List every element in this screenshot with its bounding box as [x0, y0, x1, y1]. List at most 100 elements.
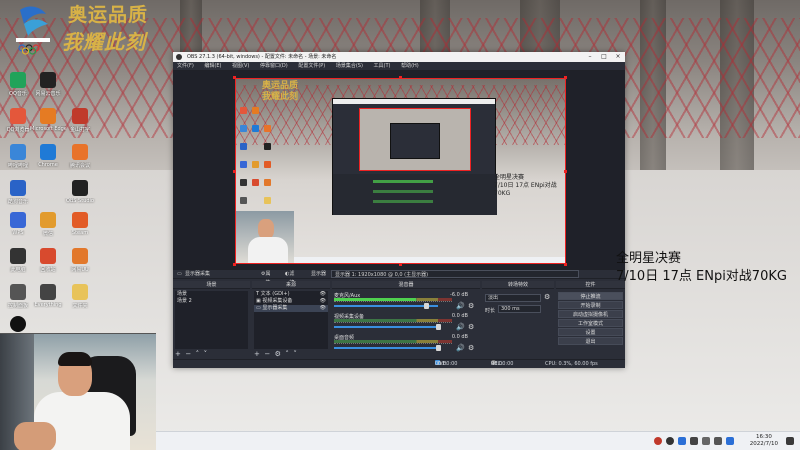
gear-icon[interactable]: ⚙	[468, 302, 474, 310]
minimize-button[interactable]: –	[583, 52, 597, 62]
properties-button[interactable]: ⚙ 属性	[261, 270, 271, 286]
source-item[interactable]: T 文本 (GDI+) 👁	[254, 291, 328, 298]
tray-app-icon[interactable]	[666, 437, 674, 445]
transform-handle[interactable]	[399, 76, 402, 79]
obs-titlebar[interactable]: OBS 27.1.3 (64-bit, windows) - 配置文件: 未命名…	[173, 52, 625, 62]
gear-icon[interactable]: ⚙	[468, 323, 474, 331]
rec-time: 00:00:00	[491, 361, 514, 367]
gear-icon[interactable]: ⚙	[468, 344, 474, 352]
menu-docks[interactable]: 停靠窗口(D)	[260, 63, 288, 69]
stop-streaming-button[interactable]: 停止推流	[558, 292, 623, 300]
transform-handle[interactable]	[564, 170, 567, 173]
eye-icon[interactable]: 👁	[320, 298, 326, 305]
move-down-button[interactable]: ˅	[204, 350, 208, 358]
meter-ticks	[334, 322, 452, 325]
nested-app-icon	[240, 161, 247, 168]
duration-value: 300 ms	[501, 306, 520, 312]
controls-dock: 控件 停止推流 开始录制 启动虚拟摄像机 工作室模式 设置 退出	[556, 281, 625, 359]
settings-button[interactable]: 设置	[558, 328, 623, 336]
start-recording-button[interactable]: 开始录制	[558, 301, 623, 309]
desktop-icon[interactable]: Everything	[30, 280, 66, 316]
tray-app-icon[interactable]	[678, 437, 686, 445]
volume-slider-knob[interactable]	[436, 345, 441, 351]
speaker-icon[interactable]: 🔊	[456, 344, 465, 352]
duration-spinbox[interactable]: 300 ms	[498, 305, 541, 313]
desktop-icon[interactable]: 网易云音乐	[30, 68, 66, 104]
desktop-icon[interactable]: 金山打字	[62, 104, 98, 140]
volume-slider[interactable]	[334, 326, 438, 328]
menu-profile[interactable]: 配置文件(P)	[298, 63, 325, 69]
nested-slogan-line-2: 我耀此刻	[262, 92, 299, 102]
nested-obs-preview	[359, 108, 471, 171]
obs-preview-canvas[interactable]: 奥运品质 我耀此刻 全明星决赛 7/10日 17点 ENpi对战70KG	[235, 78, 566, 264]
source-item-label: 显示器采集	[262, 305, 288, 311]
obs-window[interactable]: OBS 27.1.3 (64-bit, windows) - 配置文件: 未命名…	[173, 52, 625, 368]
scene-item[interactable]: 场景	[175, 291, 248, 298]
menu-tools[interactable]: 工具(T)	[374, 63, 391, 69]
move-up-button[interactable]: ˄	[196, 350, 200, 358]
desktop-icon[interactable]: Microsoft Edge	[30, 104, 66, 140]
move-down-button[interactable]: ˅	[293, 350, 297, 358]
source-item[interactable]: ▭ 显示器采集 👁	[254, 305, 328, 312]
desktop-icon[interactable]: Chrome	[30, 140, 66, 176]
source-item[interactable]: ▣ 视频采集设备 👁	[254, 298, 328, 305]
menu-file[interactable]: 文件(F)	[177, 63, 194, 69]
maximize-button[interactable]: □	[597, 52, 611, 62]
tray-app-icon[interactable]	[654, 437, 662, 445]
studio-mode-button[interactable]: 工作室模式	[558, 319, 623, 327]
nested-meter	[373, 190, 433, 193]
nested-app-icon	[252, 179, 259, 186]
transition-gear-icon[interactable]: ⚙	[544, 293, 550, 301]
menu-help[interactable]: 帮助(H)	[401, 63, 419, 69]
transform-handle[interactable]	[233, 76, 236, 79]
transform-handle[interactable]	[233, 263, 236, 266]
add-scene-button[interactable]: +	[175, 350, 181, 358]
desktop-icon[interactable]: 腾讯会议	[62, 140, 98, 176]
menu-scene-collection[interactable]: 场景集合(S)	[336, 63, 363, 69]
filters-button[interactable]: ◐ 滤镜	[285, 270, 294, 286]
remove-source-button[interactable]: −	[264, 350, 270, 358]
transition-select[interactable]: 淡出	[485, 294, 541, 302]
transform-handle[interactable]	[564, 76, 567, 79]
network-icon[interactable]	[702, 437, 710, 445]
volume-slider-knob[interactable]	[436, 324, 441, 330]
notification-icon[interactable]	[786, 437, 794, 445]
volume-slider-knob[interactable]	[424, 303, 429, 309]
webcam-person-hair	[58, 352, 92, 366]
transform-handle[interactable]	[399, 263, 402, 266]
desktop-icon[interactable]: Steam	[62, 208, 98, 244]
volume-slider[interactable]	[334, 305, 438, 307]
desktop-icon[interactable]: 文件夹	[62, 280, 98, 316]
desktop-icon[interactable]: OBS Studio	[62, 176, 98, 212]
desktop-icon-label: 微信	[42, 231, 53, 237]
tray-app-icon[interactable]	[690, 437, 698, 445]
volume-icon[interactable]	[714, 437, 722, 445]
menu-view[interactable]: 视图(V)	[232, 63, 249, 69]
volume-slider[interactable]	[334, 347, 438, 349]
display-label: 显示器	[311, 271, 327, 277]
transform-handle[interactable]	[233, 170, 236, 173]
eye-icon[interactable]: 👁	[320, 305, 326, 312]
transitions-dock: 转场特效 淡出 ⚙ 时长 300 ms	[482, 281, 554, 359]
menu-edit[interactable]: 编辑(E)	[204, 63, 221, 69]
desktop-icon[interactable]: 回收站	[30, 244, 66, 280]
eye-icon[interactable]: 👁	[320, 291, 326, 298]
source-properties-gear-icon[interactable]: ⚙	[275, 350, 281, 358]
desktop-icon[interactable]: 网易UU	[62, 244, 98, 280]
taskbar-clock[interactable]: 16:30 2022/7/10	[750, 434, 778, 448]
desktop-icon[interactable]: 微信	[30, 208, 66, 244]
desktop-icon-label: 网易云音乐	[35, 91, 61, 97]
exit-button[interactable]: 退出	[558, 337, 623, 345]
transform-handle[interactable]	[564, 263, 567, 266]
add-source-button[interactable]: +	[254, 350, 260, 358]
input-method-icon[interactable]	[726, 437, 734, 445]
speaker-icon[interactable]: 🔊	[456, 302, 465, 310]
desktop-icon[interactable]: 酷狗音乐	[0, 176, 36, 212]
scene-item[interactable]: 场景 2	[175, 298, 248, 305]
start-virtual-camera-button[interactable]: 启动虚拟摄像机	[558, 310, 623, 318]
display-select[interactable]: 显示器 1: 1920x1080 @ 0,0 (主显示器)	[331, 270, 579, 278]
move-up-button[interactable]: ˄	[285, 350, 289, 358]
speaker-icon[interactable]: 🔊	[456, 323, 465, 331]
close-button[interactable]: ×	[611, 52, 625, 62]
remove-scene-button[interactable]: −	[185, 350, 191, 358]
